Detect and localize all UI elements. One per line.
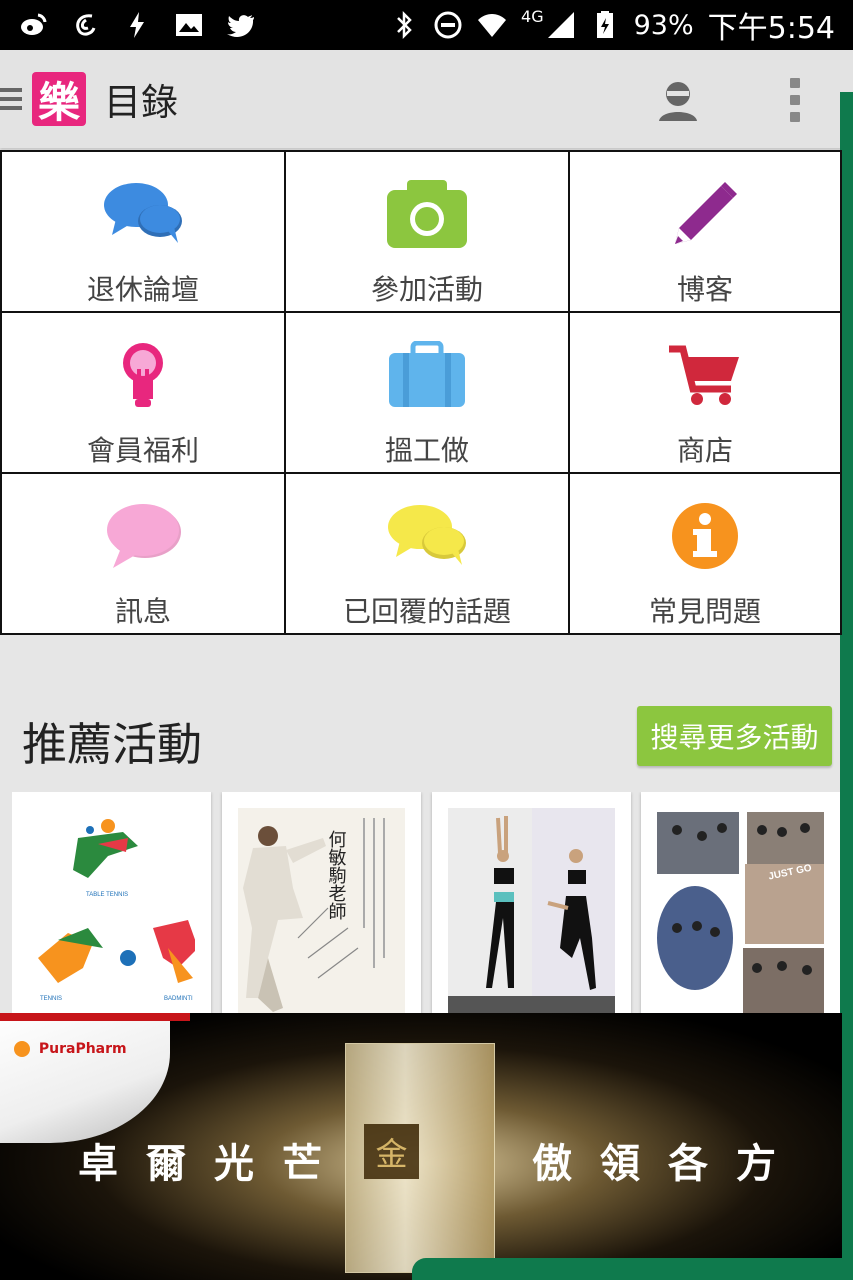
briefcase-icon — [389, 341, 465, 407]
menu-item-blog[interactable]: 博客 — [570, 152, 840, 313]
menu-item-faq[interactable]: 常見問題 — [570, 474, 840, 634]
event-card-sports[interactable]: TABLE TENNIS TENNIS BADMINTI — [12, 792, 211, 1013]
menu-grid: 退休論壇 參加活動 博客 會員福利 搵工做 商店 訊息 已回覆的話題 常見問題 — [0, 150, 842, 635]
product-logo: 金 — [364, 1124, 419, 1179]
page-title: 目錄 — [104, 81, 178, 124]
ad-brand-logo: PuraPharm — [14, 1041, 127, 1057]
pencil-icon — [675, 182, 737, 244]
sport-label: BADMINTI — [164, 996, 193, 1002]
wifi-icon — [478, 14, 507, 37]
ad-accent-line — [0, 1013, 190, 1021]
dnd-icon — [434, 11, 462, 39]
brand-name: PuraPharm — [38, 1041, 127, 1057]
event-card-taichi[interactable]: 何敏駒老師 — [222, 792, 421, 1013]
ad-banner[interactable]: PuraPharm 金 卓爾光芒 傲領各方 — [0, 1013, 842, 1280]
page-curl-graphic — [0, 1013, 170, 1143]
info-icon — [672, 503, 738, 569]
speech-bubble-icon — [107, 504, 181, 568]
app-bar: 樂 目錄 — [0, 50, 853, 148]
network-type: 4G — [521, 7, 544, 26]
yellow-chat-bubbles-icon — [388, 505, 466, 565]
image-icon — [176, 14, 202, 36]
menu-item-jobs[interactable]: 搵工做 — [286, 313, 570, 474]
menu-icon[interactable] — [0, 85, 22, 113]
brand-mark-icon — [14, 1041, 30, 1057]
teacher-name: 何敏駒老師 — [326, 830, 347, 920]
twitter-icon — [227, 15, 254, 38]
sport-label: TENNIS — [40, 996, 62, 1002]
fitness-image — [448, 808, 615, 1013]
bluetooth-icon — [397, 10, 412, 40]
ad-slogan-right: 傲領各方 — [532, 1140, 804, 1187]
menu-item-label: 退休論壇 — [86, 273, 199, 306]
sport-label: TABLE TENNIS — [86, 892, 128, 898]
profile-icon[interactable] — [655, 77, 701, 123]
weibo-icon — [21, 13, 47, 35]
menu-item-benefits[interactable]: 會員福利 — [2, 313, 286, 474]
app-icon — [76, 14, 96, 36]
event-card-group[interactable]: JUST GO — [641, 792, 840, 1013]
menu-item-label: 參加活動 — [370, 273, 483, 306]
event-card-fitness[interactable] — [432, 792, 631, 1013]
event-carousel[interactable]: TABLE TENNIS TENNIS BADMINTI 何敏駒老師 JUST … — [12, 792, 840, 1013]
taichi-image: 何敏駒老師 — [238, 808, 405, 1013]
menu-item-label: 搵工做 — [384, 434, 469, 467]
scroll-indicator — [412, 1258, 842, 1280]
product-box: 金 — [345, 1043, 495, 1273]
menu-item-events[interactable]: 參加活動 — [286, 152, 570, 313]
ad-slogan-left: 卓爾光芒 — [78, 1140, 350, 1187]
section-title: 推薦活動 — [22, 718, 203, 771]
menu-item-label: 商店 — [676, 434, 733, 467]
app-logo[interactable]: 樂 — [32, 72, 86, 127]
flash-icon — [130, 12, 144, 38]
search-more-events-button[interactable]: 搜尋更多活動 — [637, 706, 832, 766]
overflow-menu-icon[interactable] — [787, 78, 803, 122]
menu-item-shop[interactable]: 商店 — [570, 313, 840, 474]
menu-item-label: 常見問題 — [648, 595, 761, 628]
group-photo-image: JUST GO — [657, 808, 824, 1013]
battery-percent: 93% — [633, 9, 694, 41]
menu-item-forum[interactable]: 退休論壇 — [2, 152, 286, 313]
menu-item-label: 已回覆的話題 — [342, 595, 511, 628]
signal-icon — [547, 12, 574, 38]
shopping-cart-icon — [669, 345, 739, 405]
menu-item-label: 會員福利 — [86, 434, 199, 467]
chat-bubbles-icon — [104, 183, 182, 243]
menu-item-replied-topics[interactable]: 已回覆的話題 — [286, 474, 570, 634]
sports-image: TABLE TENNIS TENNIS BADMINTI — [28, 808, 195, 1013]
camera-icon — [387, 180, 467, 248]
lightbulb-icon — [123, 343, 163, 407]
menu-item-label: 訊息 — [114, 595, 171, 628]
menu-item-messages[interactable]: 訊息 — [2, 474, 286, 634]
menu-item-label: 博客 — [676, 273, 733, 306]
clock: 下午5:54 — [707, 11, 835, 46]
battery-icon — [596, 11, 613, 38]
status-bar: 4G 93% 下午5:54 — [0, 0, 853, 50]
